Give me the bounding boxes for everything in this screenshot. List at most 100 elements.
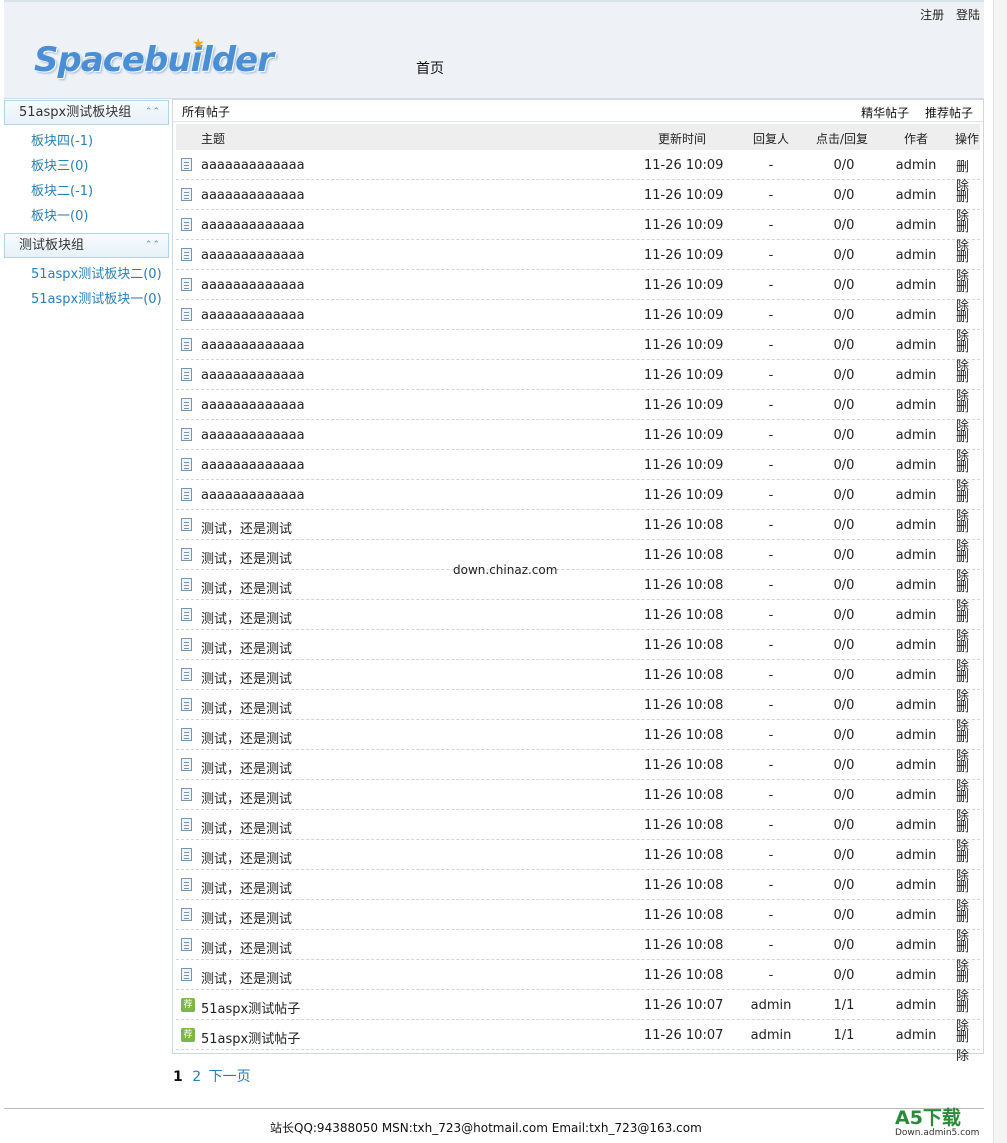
post-title-link[interactable]: aaaaaaaaaaaaa <box>201 278 305 293</box>
post-title-link[interactable]: aaaaaaaaaaaaa <box>201 428 305 443</box>
a5-logo-sub: Down.admin5.com <box>895 1128 980 1138</box>
post-title-link[interactable]: 测试，还是测试 <box>201 728 292 747</box>
post-updated-time: 11-26 10:09 <box>644 368 724 383</box>
post-title-link[interactable]: 测试，还是测试 <box>201 518 292 537</box>
sidebar-board-link[interactable]: 板块二(-1) <box>31 179 169 204</box>
document-icon <box>181 968 193 981</box>
post-updated-time: 11-26 10:09 <box>644 398 724 413</box>
sidebar-group-header[interactable]: 51aspx测试板块组 ⌃⌃ <box>4 100 169 125</box>
table-row: 测试，还是测试 11-26 10:08-0/0 admin 删除 <box>176 900 980 944</box>
post-title-link[interactable]: aaaaaaaaaaaaa <box>201 488 305 503</box>
post-title-link[interactable]: aaaaaaaaaaaaa <box>201 218 305 233</box>
post-hits-replies: 0/0 <box>833 968 855 983</box>
post-title-link[interactable]: 测试，还是测试 <box>201 848 292 867</box>
document-icon <box>181 428 193 441</box>
site-logo[interactable]: Spacebuilder <box>34 40 274 80</box>
post-last-replier: - <box>768 638 774 653</box>
sidebar-board-link[interactable]: 51aspx测试板块一(0) <box>31 287 169 312</box>
table-row: aaaaaaaaaaaaa 11-26 10:09-0/0 admin 删除 <box>176 330 980 374</box>
sidebar-board-link[interactable]: 51aspx测试板块二(0) <box>31 262 169 287</box>
col-action: 操作 <box>955 132 980 146</box>
post-title-link[interactable]: aaaaaaaaaaaaa <box>201 398 305 413</box>
post-title-link[interactable]: 测试，还是测试 <box>201 608 292 627</box>
post-title-link[interactable]: aaaaaaaaaaaaa <box>201 338 305 353</box>
post-author: admin <box>895 578 937 593</box>
document-icon <box>181 458 193 471</box>
post-title-link[interactable]: 测试，还是测试 <box>201 548 292 567</box>
post-hits-replies: 0/0 <box>833 848 855 863</box>
post-title-link[interactable]: 测试，还是测试 <box>201 908 292 927</box>
page-2-link[interactable]: 2 <box>192 1069 201 1085</box>
post-title-link[interactable]: aaaaaaaaaaaaa <box>201 458 305 473</box>
post-hits-replies: 0/0 <box>833 248 855 263</box>
post-title-link[interactable]: 测试，还是测试 <box>201 788 292 807</box>
post-last-replier: - <box>768 668 774 683</box>
login-link[interactable]: 登陆 <box>956 8 980 22</box>
sidebar-board-link[interactable]: 板块三(0) <box>31 154 169 179</box>
post-hits-replies: 0/0 <box>833 668 855 683</box>
post-title-link[interactable]: 测试，还是测试 <box>201 878 292 897</box>
tab-all-posts[interactable]: 所有帖子 <box>182 103 230 120</box>
post-author: admin <box>895 488 937 503</box>
post-hits-replies: 0/0 <box>833 728 855 743</box>
delete-post-link[interactable]: 删除 <box>956 1026 980 1064</box>
table-row: 测试，还是测试 11-26 10:08-0/0 admin 删除 <box>176 780 980 824</box>
post-title-link[interactable]: aaaaaaaaaaaaa <box>201 368 305 383</box>
post-title-link[interactable]: 测试，还是测试 <box>201 818 292 837</box>
post-author: admin <box>895 428 937 443</box>
register-link[interactable]: 注册 <box>920 8 944 22</box>
document-icon <box>181 938 193 951</box>
post-title-link[interactable]: 测试，还是测试 <box>201 938 292 957</box>
post-updated-time: 11-26 10:09 <box>644 338 724 353</box>
next-page-link[interactable]: 下一页 <box>209 1069 251 1085</box>
post-title-link[interactable]: aaaaaaaaaaaaa <box>201 308 305 323</box>
post-title-link[interactable]: 51aspx测试帖子 <box>201 998 300 1017</box>
post-last-replier: - <box>768 938 774 953</box>
table-row: aaaaaaaaaaaaa 11-26 10:09-0/0 admin 删除 <box>176 420 980 464</box>
table-row: aaaaaaaaaaaaa 11-26 10:09-0/0 admin 删除 <box>176 480 980 524</box>
post-hits-replies: 0/0 <box>833 758 855 773</box>
table-row: aaaaaaaaaaaaa 11-26 10:09-0/0 admin 删除 <box>176 450 980 494</box>
table-row: 测试，还是测试 11-26 10:08-0/0 admin 删除 <box>176 540 980 584</box>
post-updated-time: 11-26 10:08 <box>644 758 724 773</box>
post-title-link[interactable]: 测试，还是测试 <box>201 968 292 987</box>
post-title-link[interactable]: 测试，还是测试 <box>201 758 292 777</box>
table-row: aaaaaaaaaaaaa 11-26 10:09-0/0 admin 删除 <box>176 180 980 224</box>
post-hits-replies: 0/0 <box>833 788 855 803</box>
post-title-link[interactable]: aaaaaaaaaaaaa <box>201 158 305 173</box>
post-author: admin <box>895 308 937 323</box>
post-author: admin <box>895 398 937 413</box>
a5-logo-text: A5下载 <box>895 1107 961 1129</box>
table-row: 测试，还是测试 11-26 10:08-0/0 admin 删除 <box>176 630 980 674</box>
post-title-link[interactable]: aaaaaaaaaaaaa <box>201 248 305 263</box>
post-author: admin <box>895 698 937 713</box>
post-updated-time: 11-26 10:08 <box>644 518 724 533</box>
post-author: admin <box>895 728 937 743</box>
sidebar-board-link[interactable]: 板块四(-1) <box>31 129 169 154</box>
sidebar-group-items: 板块四(-1) 板块三(0) 板块二(-1) 板块一(0) <box>4 125 169 233</box>
table-header: 主题 更新时间 回复人 点击/回复 作者 操作 <box>176 124 980 150</box>
post-updated-time: 11-26 10:09 <box>644 188 724 203</box>
post-title-link[interactable]: 测试，还是测试 <box>201 698 292 717</box>
recommended-badge: 荐 <box>181 1028 195 1042</box>
post-title-link[interactable]: 测试，还是测试 <box>201 578 292 597</box>
post-author: admin <box>895 818 937 833</box>
tab-recommended-posts[interactable]: 推荐帖子 <box>925 106 973 120</box>
post-author: admin <box>895 278 937 293</box>
collapse-up-icon[interactable]: ⌃⌃ <box>145 234 160 257</box>
post-author: admin <box>895 188 937 203</box>
col-author: 作者 <box>904 132 929 146</box>
sidebar-group-header[interactable]: 测试板块组 ⌃⌃ <box>4 233 169 258</box>
post-title-link[interactable]: aaaaaaaaaaaaa <box>201 188 305 203</box>
vertical-scrollbar[interactable] <box>993 0 1007 1143</box>
document-icon <box>181 878 193 891</box>
post-hits-replies: 0/0 <box>833 878 855 893</box>
collapse-up-icon[interactable]: ⌃⌃ <box>145 101 160 124</box>
nav-home-link[interactable]: 首页 <box>416 58 444 78</box>
sidebar-board-link[interactable]: 板块一(0) <box>31 204 169 229</box>
post-title-link[interactable]: 测试，还是测试 <box>201 668 292 687</box>
tab-elite-posts[interactable]: 精华帖子 <box>861 106 909 120</box>
post-author: admin <box>895 938 937 953</box>
post-title-link[interactable]: 51aspx测试帖子 <box>201 1028 300 1047</box>
post-title-link[interactable]: 测试，还是测试 <box>201 638 292 657</box>
